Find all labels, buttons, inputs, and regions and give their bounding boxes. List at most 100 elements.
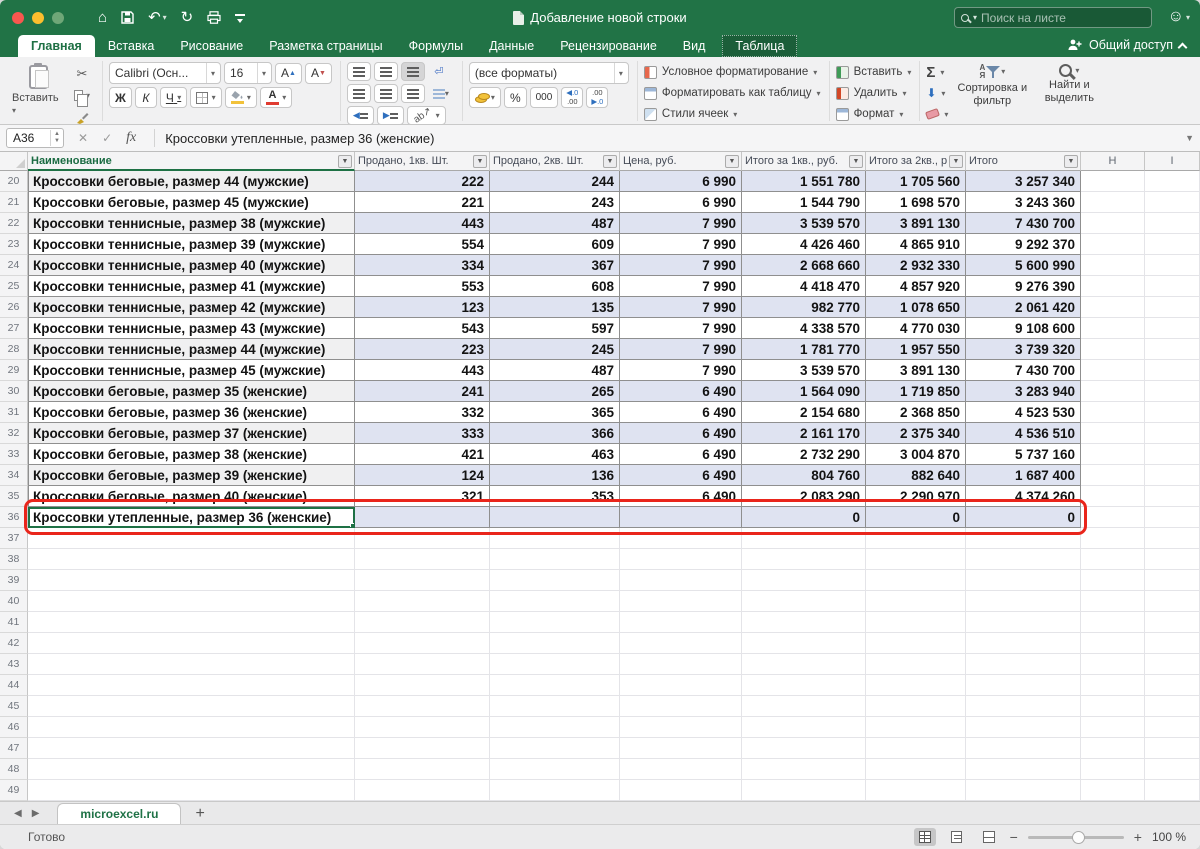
format-as-table-button[interactable]: Форматировать как таблицу▾ bbox=[644, 83, 821, 103]
cell[interactable]: 2 083 290 bbox=[742, 486, 866, 507]
cell[interactable]: 3 539 570 bbox=[742, 213, 866, 234]
cell[interactable]: 2 154 680 bbox=[742, 402, 866, 423]
cell[interactable] bbox=[1081, 192, 1145, 213]
cell[interactable] bbox=[490, 633, 620, 654]
wrap-text-button[interactable]: ⏎ bbox=[428, 62, 450, 81]
cell[interactable] bbox=[742, 528, 866, 549]
cell[interactable] bbox=[866, 591, 966, 612]
row-number[interactable]: 40 bbox=[0, 591, 28, 612]
cell[interactable]: Кроссовки теннисные, размер 44 (мужские) bbox=[28, 339, 355, 360]
search-input[interactable]: ▾ Поиск на листе bbox=[954, 7, 1152, 28]
cell[interactable] bbox=[742, 633, 866, 654]
currency-format-button[interactable]: ▾ bbox=[469, 87, 501, 108]
filter-dropdown-icon[interactable]: ▼ bbox=[849, 155, 863, 168]
cell[interactable] bbox=[1081, 402, 1145, 423]
row-number[interactable]: 41 bbox=[0, 612, 28, 633]
formula-input[interactable]: Кроссовки утепленные, размер 36 (женские… bbox=[154, 129, 434, 147]
cell[interactable]: 221 bbox=[355, 192, 490, 213]
cell[interactable]: 124 bbox=[355, 465, 490, 486]
autosum-button[interactable]: Σ▾ bbox=[926, 62, 948, 82]
cell[interactable]: 1 719 850 bbox=[866, 381, 966, 402]
cell[interactable] bbox=[355, 528, 490, 549]
cell[interactable] bbox=[28, 780, 355, 801]
cell[interactable]: 2 290 970 bbox=[866, 486, 966, 507]
cell[interactable] bbox=[355, 612, 490, 633]
save-icon[interactable] bbox=[121, 11, 134, 24]
cell[interactable]: 1 705 560 bbox=[866, 171, 966, 192]
cell-styles-button[interactable]: Стили ячеек▾ bbox=[644, 104, 821, 124]
cell[interactable]: 241 bbox=[355, 381, 490, 402]
cell[interactable]: 6 990 bbox=[620, 192, 742, 213]
cell[interactable] bbox=[1081, 570, 1145, 591]
cell[interactable] bbox=[1081, 780, 1145, 801]
decrease-indent-button[interactable]: ◀ bbox=[347, 106, 374, 125]
cell[interactable]: Кроссовки теннисные, размер 41 (мужские) bbox=[28, 276, 355, 297]
cell[interactable] bbox=[742, 675, 866, 696]
cell[interactable] bbox=[1081, 549, 1145, 570]
cell[interactable] bbox=[1145, 507, 1200, 528]
cell[interactable]: Кроссовки теннисные, размер 43 (мужские) bbox=[28, 318, 355, 339]
cell[interactable]: 4 857 920 bbox=[866, 276, 966, 297]
row-number[interactable]: 34 bbox=[0, 465, 28, 486]
menu-tab[interactable]: Разметка страницы bbox=[256, 35, 395, 57]
cell[interactable]: 7 430 700 bbox=[966, 213, 1081, 234]
cell[interactable]: 1 698 570 bbox=[866, 192, 966, 213]
close-window-button[interactable] bbox=[12, 12, 24, 24]
cell[interactable] bbox=[742, 780, 866, 801]
cell[interactable]: 543 bbox=[355, 318, 490, 339]
increase-font-button[interactable]: A▲ bbox=[275, 63, 302, 84]
cell[interactable] bbox=[28, 591, 355, 612]
cell[interactable] bbox=[1145, 696, 1200, 717]
cell[interactable]: 6 490 bbox=[620, 486, 742, 507]
cell[interactable]: Кроссовки беговые, размер 44 (мужские) bbox=[28, 171, 355, 192]
cell[interactable] bbox=[742, 654, 866, 675]
menu-tab[interactable]: Главная bbox=[18, 35, 95, 57]
cell[interactable]: 421 bbox=[355, 444, 490, 465]
row-number[interactable]: 32 bbox=[0, 423, 28, 444]
cell[interactable] bbox=[1081, 675, 1145, 696]
cell[interactable] bbox=[1145, 780, 1200, 801]
number-format-select[interactable]: (все форматы)▾ bbox=[469, 62, 629, 84]
cell[interactable]: Кроссовки беговые, размер 40 (женские) bbox=[28, 486, 355, 507]
cell[interactable]: 3 283 940 bbox=[966, 381, 1081, 402]
cell[interactable]: 0 bbox=[742, 507, 866, 528]
cell[interactable]: 597 bbox=[490, 318, 620, 339]
cell[interactable] bbox=[866, 654, 966, 675]
align-center-button[interactable] bbox=[374, 84, 398, 103]
cell[interactable] bbox=[1145, 549, 1200, 570]
zoom-slider-knob[interactable] bbox=[1072, 831, 1085, 844]
cell[interactable] bbox=[28, 717, 355, 738]
cell[interactable]: 6 490 bbox=[620, 465, 742, 486]
insert-function-icon[interactable]: fx bbox=[126, 130, 136, 146]
cell[interactable] bbox=[355, 507, 490, 528]
cell[interactable]: 334 bbox=[355, 255, 490, 276]
cell[interactable]: 265 bbox=[490, 381, 620, 402]
cell[interactable] bbox=[1081, 465, 1145, 486]
cell[interactable]: 3 257 340 bbox=[966, 171, 1081, 192]
cell[interactable] bbox=[28, 654, 355, 675]
cell[interactable] bbox=[1145, 486, 1200, 507]
cell[interactable] bbox=[1145, 633, 1200, 654]
cell[interactable] bbox=[1081, 633, 1145, 654]
cell[interactable] bbox=[742, 759, 866, 780]
cell[interactable] bbox=[1145, 402, 1200, 423]
cell[interactable]: 487 bbox=[490, 360, 620, 381]
cell[interactable] bbox=[28, 633, 355, 654]
cell[interactable] bbox=[742, 591, 866, 612]
cell[interactable] bbox=[966, 633, 1081, 654]
cell[interactable] bbox=[1081, 381, 1145, 402]
cell[interactable]: 7 990 bbox=[620, 297, 742, 318]
cell[interactable] bbox=[866, 780, 966, 801]
cell[interactable]: 2 732 290 bbox=[742, 444, 866, 465]
align-left-button[interactable] bbox=[347, 84, 371, 103]
cell[interactable]: Кроссовки беговые, размер 35 (женские) bbox=[28, 381, 355, 402]
cell[interactable]: Кроссовки беговые, размер 45 (мужские) bbox=[28, 192, 355, 213]
column-header-letter[interactable]: I bbox=[1145, 152, 1200, 171]
cell[interactable]: 7 990 bbox=[620, 339, 742, 360]
font-size-select[interactable]: 16▾ bbox=[224, 62, 272, 84]
cell[interactable]: 4 523 530 bbox=[966, 402, 1081, 423]
cell[interactable]: 2 932 330 bbox=[866, 255, 966, 276]
cell[interactable] bbox=[742, 738, 866, 759]
row-number[interactable]: 23 bbox=[0, 234, 28, 255]
cell[interactable]: Кроссовки теннисные, размер 45 (мужские) bbox=[28, 360, 355, 381]
